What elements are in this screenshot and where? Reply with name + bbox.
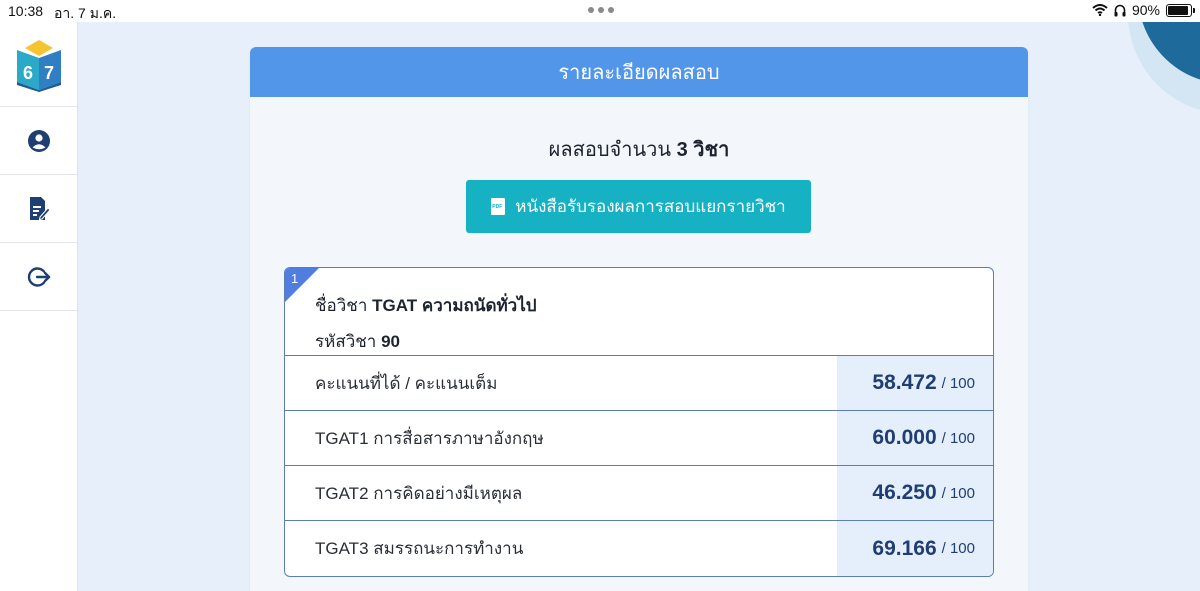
subject-code-value: 90 [381, 332, 400, 351]
subject-name: ชื่อวิชา TGAT ความถนัดทั่วไป [315, 292, 993, 319]
user-circle-icon [27, 129, 50, 152]
logout-icon [27, 266, 50, 287]
score-value: 46.250 [872, 481, 937, 504]
logo-digit-right: 7 [44, 63, 54, 83]
score-row-label: TGAT1 การสื่อสารภาษาอังกฤษ [315, 428, 544, 448]
certificate-button-label: หนังสือรับรองผลการสอบแยกรายวิชา [515, 197, 786, 216]
score-full: / 100 [941, 484, 975, 502]
headphones-icon [1114, 4, 1126, 16]
book-logo-icon: 6 7 [16, 40, 61, 92]
corner-decoration [1128, 22, 1200, 110]
status-right: 90% [1092, 2, 1195, 18]
sidebar-item-profile[interactable] [0, 107, 77, 175]
score-value: 69.166 [872, 536, 937, 560]
score-row: TGAT3 สมรรถนะการทำงาน 69.166 / 100 [285, 521, 993, 576]
score-row: TGAT2 การคิดอย่างมีเหตุผล 46.250 / 100 [285, 466, 993, 521]
score-row-value: 69.166 / 100 [837, 521, 993, 576]
battery-icon [1166, 3, 1195, 17]
pdf-icon [491, 198, 506, 215]
app-logo[interactable]: 6 7 [0, 22, 77, 107]
score-row: TGAT1 การสื่อสารภาษาอังกฤษ 60.000 / 100 [285, 411, 993, 466]
document-edit-icon [29, 196, 51, 220]
result-detail-card: รายละเอียดผลสอบ ผลสอบจำนวน 3 วิชา หนังสื… [250, 47, 1028, 591]
score-row-value: 58.472 / 100 [837, 356, 993, 410]
subject-count: ผลสอบจำนวน 3 วิชา [250, 133, 1028, 165]
logo-digit-left: 6 [23, 63, 33, 83]
status-bar: 10:38 อา. 7 ม.ค. 90% [0, 0, 1200, 22]
subject-name-label: ชื่อวิชา [315, 296, 368, 315]
subject-result-box: 1 ชื่อวิชา TGAT ความถนัดทั่วไป รหัสวิชา … [284, 267, 994, 577]
wifi-icon [1092, 4, 1108, 16]
status-time: 10:38 [8, 3, 44, 19]
subject-code-label: รหัสวิชา [315, 332, 377, 351]
subject-count-prefix: ผลสอบจำนวน [548, 139, 672, 161]
score-full: / 100 [941, 540, 975, 557]
score-value: 58.472 [872, 371, 937, 394]
sidebar-item-logout[interactable] [0, 243, 77, 311]
multitask-dots[interactable] [588, 7, 614, 13]
score-row-label: คะแนนที่ได้ / คะแนนเต็ม [315, 373, 498, 393]
certificate-button[interactable]: หนังสือรับรองผลการสอบแยกรายวิชา [466, 180, 811, 233]
score-row-label: TGAT2 การคิดอย่างมีเหตุผล [315, 483, 523, 503]
subject-name-value: TGAT ความถนัดทั่วไป [372, 296, 537, 315]
score-row-value: 46.250 / 100 [837, 466, 993, 520]
score-full: / 100 [941, 374, 975, 392]
sidebar-item-results[interactable] [0, 175, 77, 243]
card-title: รายละเอียดผลสอบ [250, 47, 1028, 97]
score-value: 60.000 [872, 426, 937, 449]
score-full: / 100 [941, 429, 975, 447]
score-row-value: 60.000 / 100 [837, 411, 993, 465]
result-index: 1 [291, 271, 299, 286]
score-row-label: TGAT3 สมรรถนะการทำงาน [315, 539, 524, 558]
sidebar: 6 7 [0, 22, 78, 591]
subject-count-value: 3 วิชา [676, 139, 730, 161]
score-row: คะแนนที่ได้ / คะแนนเต็ม 58.472 / 100 [285, 356, 993, 411]
battery-percent: 90% [1131, 2, 1160, 18]
subject-code: รหัสวิชา 90 [315, 328, 993, 355]
subject-info: ชื่อวิชา TGAT ความถนัดทั่วไป รหัสวิชา 90 [285, 268, 993, 356]
